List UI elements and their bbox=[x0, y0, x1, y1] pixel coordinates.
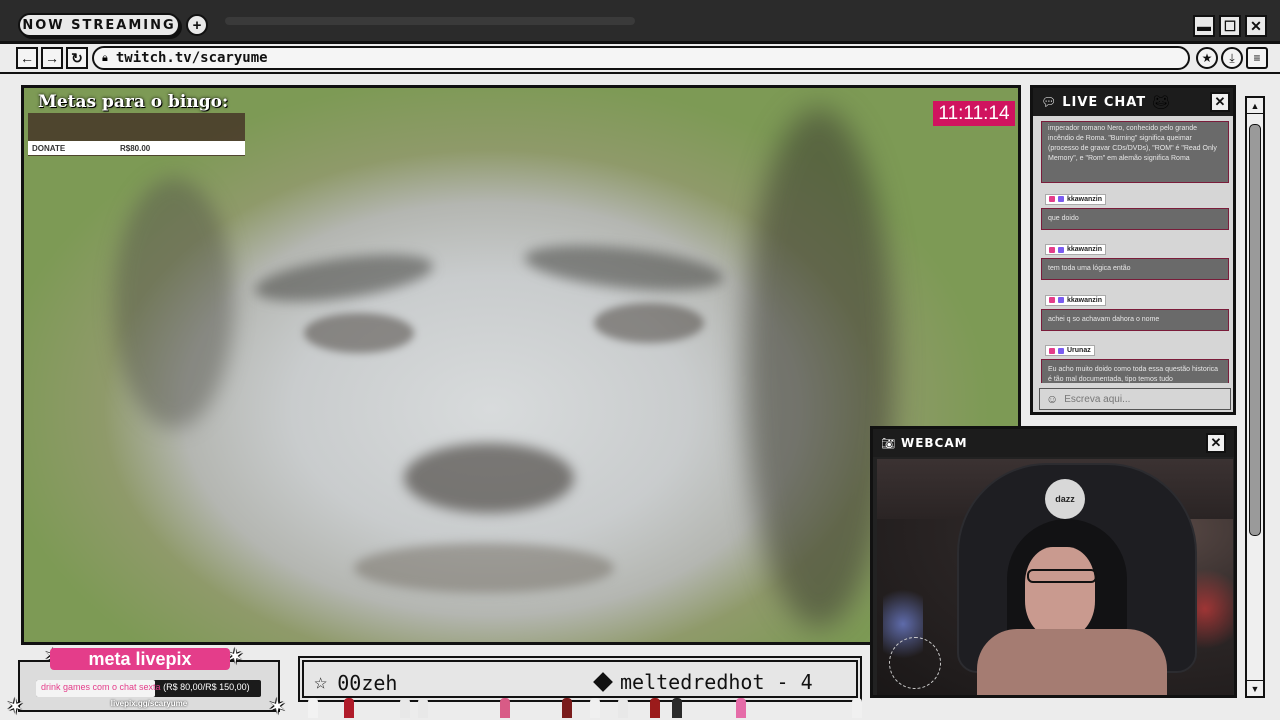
maximize-button[interactable]: ☐ bbox=[1219, 15, 1241, 37]
stream-clock: 11:11:14 bbox=[933, 101, 1015, 126]
chat-close-button[interactable]: ✕ bbox=[1210, 92, 1230, 112]
live-chat-window: 💬︎ LIVE CHAT 🐸︎ ✕ imperador romano Nero,… bbox=[1030, 85, 1236, 415]
chat-bubble-icon: 💬︎ bbox=[1041, 95, 1057, 109]
chat-message: Urunaz Eu acho muito doido como toda ess… bbox=[1041, 341, 1229, 383]
forward-button[interactable]: → bbox=[41, 47, 63, 69]
chat-message: kkawanzin achei q so achavam dahora o no… bbox=[1041, 290, 1229, 331]
mascot-icon: 🐸︎ bbox=[1152, 93, 1170, 110]
now-streaming-badge: NOW STREAMING bbox=[18, 13, 180, 37]
glasses-icon bbox=[1027, 569, 1097, 583]
webcam-header: 📷︎ WEBCAM bbox=[873, 429, 1234, 457]
tab-strip bbox=[225, 17, 635, 25]
chat-message-text: que doido bbox=[1041, 207, 1229, 230]
livepix-amount: (R$ 80,00/R$ 150,00) bbox=[163, 682, 250, 692]
streamer bbox=[1025, 547, 1095, 637]
webcam-close-button[interactable]: ✕ bbox=[1206, 433, 1226, 453]
chat-messages: imperador romano Nero, conhecido pelo gr… bbox=[1041, 121, 1229, 383]
scroll-thumb[interactable] bbox=[1249, 124, 1261, 536]
webcam-feed: dazz bbox=[877, 459, 1233, 695]
chat-input-placeholder: Escreva aqui... bbox=[1064, 393, 1131, 405]
minimize-button[interactable]: ▬ bbox=[1193, 15, 1215, 37]
page-scrollbar[interactable]: ▲ ▼ bbox=[1245, 96, 1265, 698]
chat-message-text: tem toda uma lógica então bbox=[1041, 258, 1229, 280]
chat-username[interactable]: kkawanzin bbox=[1045, 193, 1107, 205]
emoji-icon[interactable]: ☺ bbox=[1046, 392, 1058, 406]
ring-light-icon bbox=[889, 637, 941, 689]
download-icon[interactable]: ⤓ bbox=[1221, 47, 1243, 69]
chat-username[interactable]: kkawanzin bbox=[1045, 294, 1107, 306]
close-button[interactable]: ✕ bbox=[1245, 15, 1267, 37]
livepix-url: livepix.gg/scaryume bbox=[110, 699, 188, 708]
star-icon[interactable]: ★ bbox=[1196, 47, 1218, 69]
scroll-down-icon[interactable]: ▼ bbox=[1247, 680, 1263, 696]
livepix-progress-bar: drink games com o chat sexta (R$ 80,00/R… bbox=[36, 680, 261, 697]
url-text: twitch.tv/scaryume bbox=[115, 50, 268, 66]
chat-header: 💬︎ LIVE CHAT 🐸︎ bbox=[1033, 88, 1233, 116]
new-tab-button[interactable]: + bbox=[186, 14, 208, 36]
chair-logo: dazz bbox=[1045, 479, 1085, 519]
lock-icon: 🔒︎ bbox=[102, 51, 108, 64]
chat-message-text: imperador romano Nero, conhecido pelo gr… bbox=[1041, 121, 1229, 183]
chat-title: LIVE CHAT bbox=[1062, 94, 1147, 110]
menu-icon[interactable]: ≡ bbox=[1246, 47, 1268, 69]
bingo-table: DONATE R$80.00 bbox=[28, 113, 245, 156]
bingo-row-donate: DONATE R$80.00 bbox=[28, 141, 245, 155]
reload-button[interactable]: ↻ bbox=[66, 47, 88, 69]
chat-message-text: achei q so achavam dahora o nome bbox=[1041, 308, 1229, 331]
back-button[interactable]: ← bbox=[16, 47, 38, 69]
bingo-title: Metas para o bingo: bbox=[38, 92, 229, 112]
browser-frame: NOW STREAMING + ▬ ☐ ✕ ← → ↻ 🔒︎ twitch.tv… bbox=[0, 0, 1280, 720]
title-bar: NOW STREAMING + ▬ ☐ ✕ bbox=[0, 0, 1280, 44]
camera-icon: 📷︎ bbox=[881, 437, 895, 450]
livepix-title: meta livepix bbox=[50, 648, 230, 670]
chat-input[interactable]: ☺ Escreva aqui... bbox=[1039, 388, 1231, 410]
livepix-goal-text: drink games com o chat sexta bbox=[41, 682, 161, 692]
chat-message: kkawanzin tem toda uma lógica então bbox=[1041, 240, 1229, 280]
navigation-bar: ← → ↻ 🔒︎ twitch.tv/scaryume ★ ⤓ ≡ bbox=[0, 44, 1280, 74]
chat-username[interactable]: Urunaz bbox=[1045, 345, 1095, 356]
chat-message-text: Eu acho muito doido como toda essa quest… bbox=[1041, 359, 1229, 383]
chat-username[interactable]: kkawanzin bbox=[1045, 244, 1107, 255]
webcam-title: WEBCAM bbox=[900, 436, 968, 450]
scroll-up-icon[interactable]: ▲ bbox=[1247, 98, 1263, 114]
chat-message: kkawanzin que doido bbox=[1041, 189, 1229, 230]
chat-avatars bbox=[300, 688, 862, 718]
address-bar[interactable]: 🔒︎ twitch.tv/scaryume bbox=[92, 46, 1190, 70]
webcam-window: 📷︎ WEBCAM ✕ dazz bbox=[870, 426, 1237, 698]
